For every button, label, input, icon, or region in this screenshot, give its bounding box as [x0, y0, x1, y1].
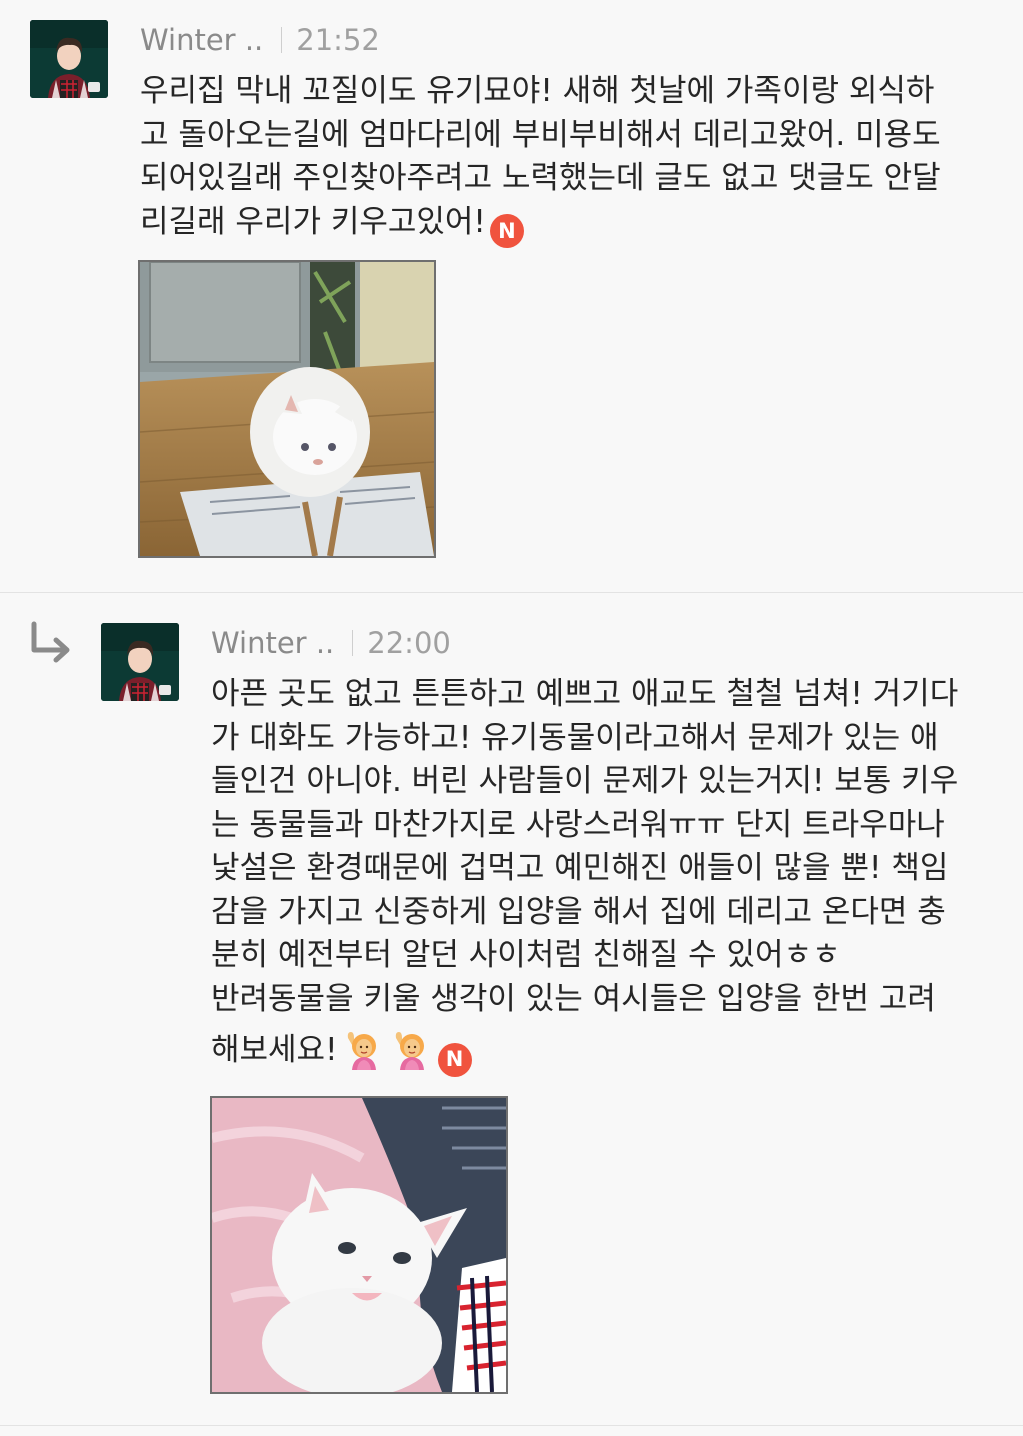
- text-line: 가 대화도 가능하고! 유기동물이라고해서 문제가 있는 애: [211, 719, 939, 756]
- attached-photo[interactable]: [210, 1096, 508, 1394]
- cat-photo-icon: [140, 262, 434, 556]
- attached-photo[interactable]: [138, 260, 436, 558]
- meta-divider: [352, 630, 354, 656]
- text-line: 고 돌아오는길에 엄마다리에 부비부비해서 데리고왔어. 미용도: [140, 116, 941, 153]
- author-name[interactable]: Winter ..: [140, 23, 263, 57]
- comment-item: Winter .. 21:52 우리집 막내 꼬질이도 유기묘야! 새해 첫날에…: [0, 0, 1023, 592]
- avatar[interactable]: [101, 623, 179, 701]
- raising-hand-emoji-icon: [344, 1030, 382, 1070]
- comment-meta: Winter .. 22:00: [211, 623, 451, 663]
- comment-meta: Winter .. 21:52: [140, 20, 380, 60]
- meta-divider: [281, 27, 283, 53]
- text-line: 낯설은 환경때문에 겁먹고 예민해진 애들이 많을 뿐! 책임: [211, 850, 949, 886]
- comment-time: 22:00: [367, 626, 451, 660]
- text-line-last: 리길래 우리가 키우고있어! N: [140, 201, 941, 249]
- comment-time: 21:52: [296, 23, 380, 57]
- new-badge: N: [489, 214, 524, 249]
- text-line: 분히 예전부터 알던 사이처럼 친해질 수 있어ㅎㅎ: [211, 937, 841, 973]
- text-line-last: 해보세요! N: [211, 1029, 958, 1077]
- text-line: 감을 가지고 신중하게 입양을 해서 집에 데리고 온다면 충: [211, 893, 946, 930]
- text-line: 되어있길래 주인찾아주려고 노력했는데 글도 없고 댓글도 안달: [140, 160, 941, 196]
- comment-reply-item: Winter .. 22:00 아픈 곳도 없고 튼튼하고 예쁘고 애교도 철철…: [0, 593, 1023, 1425]
- text-line: 우리집 막내 꼬질이도 유기묘야! 새해 첫날에 가족이랑 외식하: [140, 73, 935, 109]
- raising-hand-emoji-icon: [392, 1030, 430, 1070]
- author-name[interactable]: Winter ..: [211, 626, 334, 660]
- text-fragment: 해보세요!: [211, 1032, 338, 1068]
- comment-text: 아픈 곳도 없고 튼튼하고 예쁘고 애교도 철철 넘쳐! 거기다 가 대화도 가…: [211, 673, 958, 1077]
- avatar[interactable]: [30, 20, 108, 98]
- text-line: 들인건 아니야. 버린 사람들이 문제가 있는거지! 보통 키우: [211, 763, 959, 799]
- comment-divider: [0, 1425, 1023, 1426]
- text-line: 는 동물들과 마찬가지로 사랑스러워ㅠㅠ 단지 트라우마나: [211, 806, 945, 843]
- text-line: 반려동물을 키울 생각이 있는 여시들은 입양을 한번 고려: [211, 980, 936, 1017]
- comment-text: 우리집 막내 꼬질이도 유기묘야! 새해 첫날에 가족이랑 외식하 고 돌아오는…: [140, 70, 941, 249]
- new-badge: N: [437, 1042, 472, 1077]
- text-line: 아픈 곳도 없고 튼튼하고 예쁘고 애교도 철철 넘쳐! 거기다: [211, 676, 959, 712]
- text-fragment: 리길래 우리가 키우고있어!: [140, 203, 486, 240]
- cat-photo-icon: [212, 1098, 506, 1392]
